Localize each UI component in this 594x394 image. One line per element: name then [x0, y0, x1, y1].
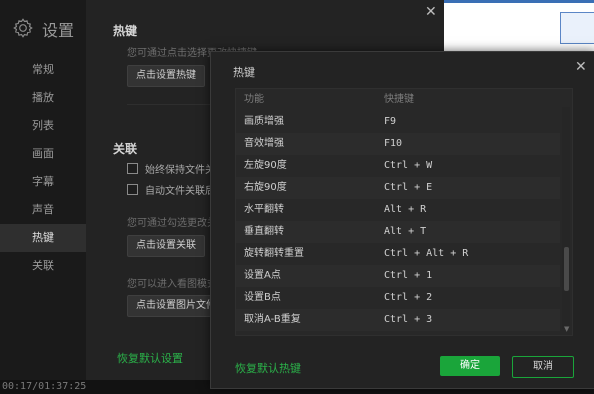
auto-association-label: 自动文件关联后: [145, 186, 215, 197]
row-hotkey: Ctrl + W: [384, 160, 433, 171]
nav-item-picture[interactable]: 画面: [0, 140, 86, 168]
checkbox-box[interactable]: [127, 163, 138, 174]
row-function: 垂直翻转: [244, 226, 284, 237]
restore-default-hotkeys-link[interactable]: 恢复默认热键: [235, 360, 301, 376]
cancel-button[interactable]: 取消: [512, 356, 574, 378]
table-row[interactable]: 取消A-B重复 Ctrl + 3: [236, 309, 560, 331]
background-window-strip: [444, 0, 594, 3]
column-header-hotkey: 快捷键: [384, 94, 414, 105]
row-function: 取消A-B重复: [244, 314, 301, 325]
set-hotkey-button[interactable]: 点击设置热键: [127, 65, 205, 87]
table-row[interactable]: 水平翻转 Alt + R: [236, 199, 560, 221]
row-function: 左旋90度: [244, 160, 287, 171]
table-row[interactable]: 设置A点 Ctrl + 1: [236, 265, 560, 287]
settings-nav: 常规 播放 列表 画面 字幕 声音 热键 关联: [0, 56, 86, 280]
table-row[interactable]: 垂直翻转 Alt + T: [236, 221, 560, 243]
hotkey-dialog-title: 热键: [233, 66, 255, 79]
scrollbar-thumb[interactable]: [564, 247, 569, 291]
hotkey-table: 功能 快捷键 画质增强 F9 音效增强 F10 左旋90度 Ctrl + W 右…: [235, 88, 573, 336]
row-hotkey: Alt + R: [384, 204, 427, 215]
row-function: 旋转翻转重置: [244, 248, 304, 259]
row-hotkey: Ctrl + 3: [384, 314, 433, 325]
settings-sidebar: 设置 常规 播放 列表 画面 字幕 声音 热键 关联: [0, 0, 86, 380]
background-window-panel: [560, 12, 594, 44]
nav-item-subtitle[interactable]: 字幕: [0, 168, 86, 196]
image-mode-hint: 您可以进入看图模式: [127, 279, 217, 290]
hotkey-dialog: 热键 ✕ 功能 快捷键 画质增强 F9 音效增强 F10 左旋90度 Ctrl …: [210, 51, 594, 389]
table-row[interactable]: 旋转翻转重置 Ctrl + Alt + R: [236, 243, 560, 265]
assoc-section-title: 关联: [113, 142, 138, 156]
row-hotkey: Ctrl + E: [384, 182, 433, 193]
gear-icon: [12, 17, 34, 42]
table-row[interactable]: 音效增强 F10: [236, 133, 560, 155]
nav-item-playlist[interactable]: 列表: [0, 112, 86, 140]
table-row[interactable]: 右旋90度 Ctrl + E: [236, 177, 560, 199]
nav-item-association[interactable]: 关联: [0, 252, 86, 280]
row-function: 设置A点: [244, 270, 281, 281]
row-hotkey: Alt + T: [384, 226, 427, 237]
column-header-function: 功能: [244, 94, 264, 105]
table-row[interactable]: 设置B点 Ctrl + 2: [236, 287, 560, 309]
playback-time: 00:17/01:37:25: [2, 381, 87, 392]
auto-association-checkbox[interactable]: 自动文件关联后: [127, 182, 215, 197]
row-hotkey: Ctrl + 2: [384, 292, 433, 303]
nav-item-general[interactable]: 常规: [0, 56, 86, 84]
row-function: 画质增强: [244, 116, 284, 127]
hotkey-section-title: 热键: [113, 24, 138, 38]
settings-close-icon[interactable]: ✕: [425, 5, 437, 19]
settings-header: 设置: [12, 16, 74, 42]
dialog-close-icon[interactable]: ✕: [575, 60, 587, 74]
settings-title: 设置: [42, 21, 75, 40]
row-function: 设置B点: [244, 292, 281, 303]
table-row[interactable]: 左旋90度 Ctrl + W: [236, 155, 560, 177]
row-hotkey: F9: [384, 116, 397, 127]
nav-item-audio[interactable]: 声音: [0, 196, 86, 224]
table-scrollbar[interactable]: [562, 107, 570, 329]
row-hotkey: F10: [384, 138, 403, 149]
table-header: 功能 快捷键: [236, 89, 560, 111]
nav-item-hotkeys[interactable]: 热键: [0, 224, 86, 252]
ok-button[interactable]: 确定: [440, 356, 500, 376]
row-hotkey: Ctrl + Alt + R: [384, 248, 469, 259]
restore-default-settings-link[interactable]: 恢复默认设置: [117, 350, 183, 366]
row-function: 水平翻转: [244, 204, 284, 215]
scroll-down-icon[interactable]: ▼: [564, 325, 569, 333]
checkbox-box[interactable]: [127, 184, 138, 195]
row-function: 音效增强: [244, 138, 284, 149]
nav-item-playback[interactable]: 播放: [0, 84, 86, 112]
set-association-button[interactable]: 点击设置关联: [127, 235, 205, 257]
table-row[interactable]: 画质增强 F9: [236, 111, 560, 133]
row-function: 右旋90度: [244, 182, 287, 193]
row-hotkey: Ctrl + 1: [384, 270, 433, 281]
